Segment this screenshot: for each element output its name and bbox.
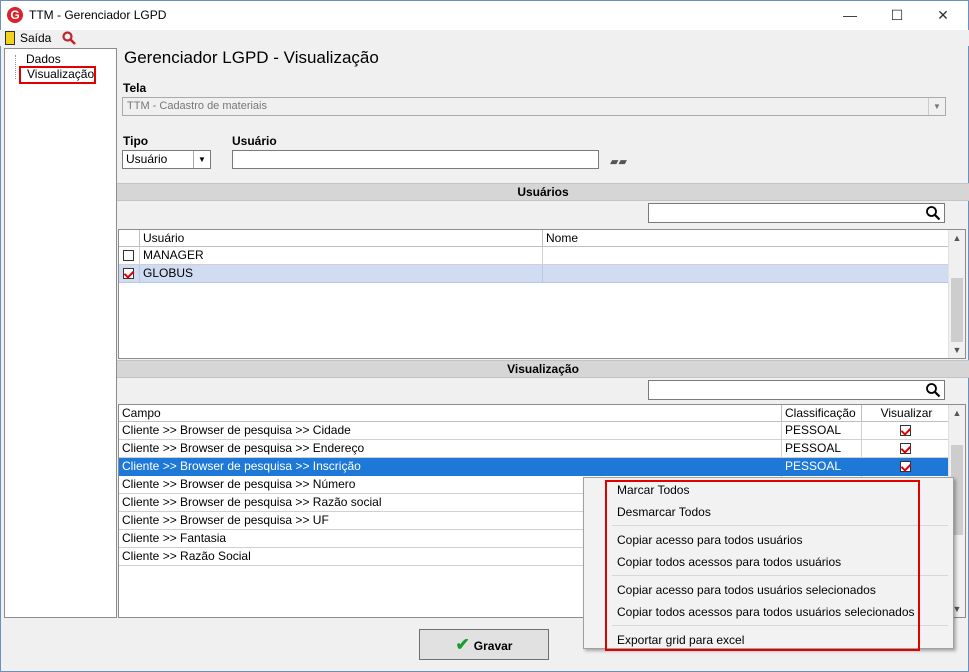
table-row[interactable]: Cliente >> Browser de pesquisa >> Inscri…	[119, 458, 949, 476]
header-visualizar[interactable]: Visualizar	[862, 405, 949, 422]
toolbar: Saída	[0, 30, 969, 46]
vis-search-input[interactable]	[648, 380, 945, 400]
tela-dropdown[interactable]: TTM - Cadastro de materiais ▼	[122, 97, 946, 116]
campo-cell[interactable]: Cliente >> Browser de pesquisa >> Cidade	[119, 422, 782, 440]
menu-annotation-box	[605, 480, 920, 651]
page-title: Gerenciador LGPD - Visualização	[124, 48, 379, 67]
exit-button[interactable]: Saída	[20, 31, 51, 45]
navigation-tree: Dados Visualização	[4, 48, 117, 618]
vis-grid-header: Campo Classificação Visualizar	[119, 405, 949, 422]
tree-item-visualizacao[interactable]: Visualização	[19, 66, 96, 84]
door-exit-icon[interactable]	[5, 31, 15, 45]
window-title: TTM - Gerenciador LGPD	[29, 8, 167, 22]
table-row[interactable]: GLOBUS	[119, 265, 949, 283]
chevron-up-icon[interactable]: ▲	[949, 405, 965, 421]
save-label: Gravar	[473, 639, 513, 653]
checkmark-icon: ✔	[455, 635, 470, 654]
users-scrollbar[interactable]: ▲ ▼	[948, 230, 965, 358]
users-search-input[interactable]	[648, 203, 945, 223]
minimize-button[interactable]: —	[827, 1, 873, 30]
binoculars-icon[interactable]: ▰▰	[610, 155, 627, 168]
search-icon[interactable]	[62, 31, 76, 45]
tipo-value: Usuário	[126, 152, 168, 166]
checkbox-cell[interactable]	[119, 265, 140, 283]
table-row[interactable]: MANAGER	[119, 247, 949, 265]
classificacao-cell[interactable]: PESSOAL	[782, 422, 862, 440]
classificacao-cell[interactable]: PESSOAL	[782, 440, 862, 458]
chevron-up-icon[interactable]: ▲	[949, 230, 965, 246]
usuario-cell[interactable]: MANAGER	[140, 247, 543, 265]
nome-cell[interactable]	[543, 247, 949, 265]
header-checkbox-column	[119, 230, 140, 247]
campo-cell[interactable]: Cliente >> Browser de pesquisa >> Inscri…	[119, 458, 782, 476]
app-logo-icon: G	[7, 7, 23, 23]
usuario-label: Usuário	[232, 134, 277, 148]
visualizar-cell[interactable]	[862, 440, 949, 458]
visualizacao-section-header: Visualização	[117, 360, 969, 378]
chevron-down-icon[interactable]: ▼	[928, 98, 945, 115]
table-row[interactable]: Cliente >> Browser de pesquisa >> Cidade…	[119, 422, 949, 440]
search-icon[interactable]	[925, 382, 941, 398]
classificacao-cell[interactable]: PESSOAL	[782, 458, 862, 476]
usuario-input[interactable]	[232, 150, 599, 169]
header-usuario[interactable]: Usuário	[140, 230, 543, 247]
header-campo[interactable]: Campo	[119, 405, 782, 422]
visualizar-cell[interactable]	[862, 458, 949, 476]
tipo-dropdown[interactable]: Usuário ▼	[122, 150, 211, 169]
tree-item-dados[interactable]: Dados	[26, 52, 61, 66]
users-grid-header: Usuário Nome	[119, 230, 949, 247]
tipo-label: Tipo	[123, 134, 149, 148]
checkbox-checked[interactable]	[123, 268, 134, 279]
visualizar-cell[interactable]	[862, 422, 949, 440]
checkbox-checked[interactable]	[900, 425, 911, 436]
users-grid: Usuário Nome MANAGER GLOBUS ▲ ▼	[118, 229, 966, 359]
usuario-cell[interactable]: GLOBUS	[140, 265, 543, 283]
chevron-down-icon[interactable]: ▼	[949, 342, 965, 358]
search-icon[interactable]	[925, 205, 941, 221]
checkbox[interactable]	[123, 250, 134, 261]
scroll-thumb[interactable]	[951, 278, 963, 342]
table-row[interactable]: Cliente >> Browser de pesquisa >> Endere…	[119, 440, 949, 458]
header-nome[interactable]: Nome	[543, 230, 949, 247]
close-button[interactable]: ✕	[920, 1, 966, 30]
title-bar: G TTM - Gerenciador LGPD — ☐ ✕	[0, 0, 969, 30]
tela-value: TTM - Cadastro de materiais	[127, 100, 267, 112]
checkbox-cell[interactable]	[119, 247, 140, 265]
tela-label: Tela	[123, 81, 147, 95]
campo-cell[interactable]: Cliente >> Browser de pesquisa >> Endere…	[119, 440, 782, 458]
users-section-header: Usuários	[117, 183, 969, 201]
checkbox-checked[interactable]	[900, 443, 911, 454]
header-classificacao[interactable]: Classificação	[782, 405, 862, 422]
checkbox-checked[interactable]	[900, 461, 911, 472]
nome-cell[interactable]	[543, 265, 949, 283]
maximize-button[interactable]: ☐	[874, 1, 920, 30]
save-button[interactable]: ✔ Gravar	[419, 629, 549, 660]
chevron-down-icon[interactable]: ▼	[193, 151, 210, 168]
